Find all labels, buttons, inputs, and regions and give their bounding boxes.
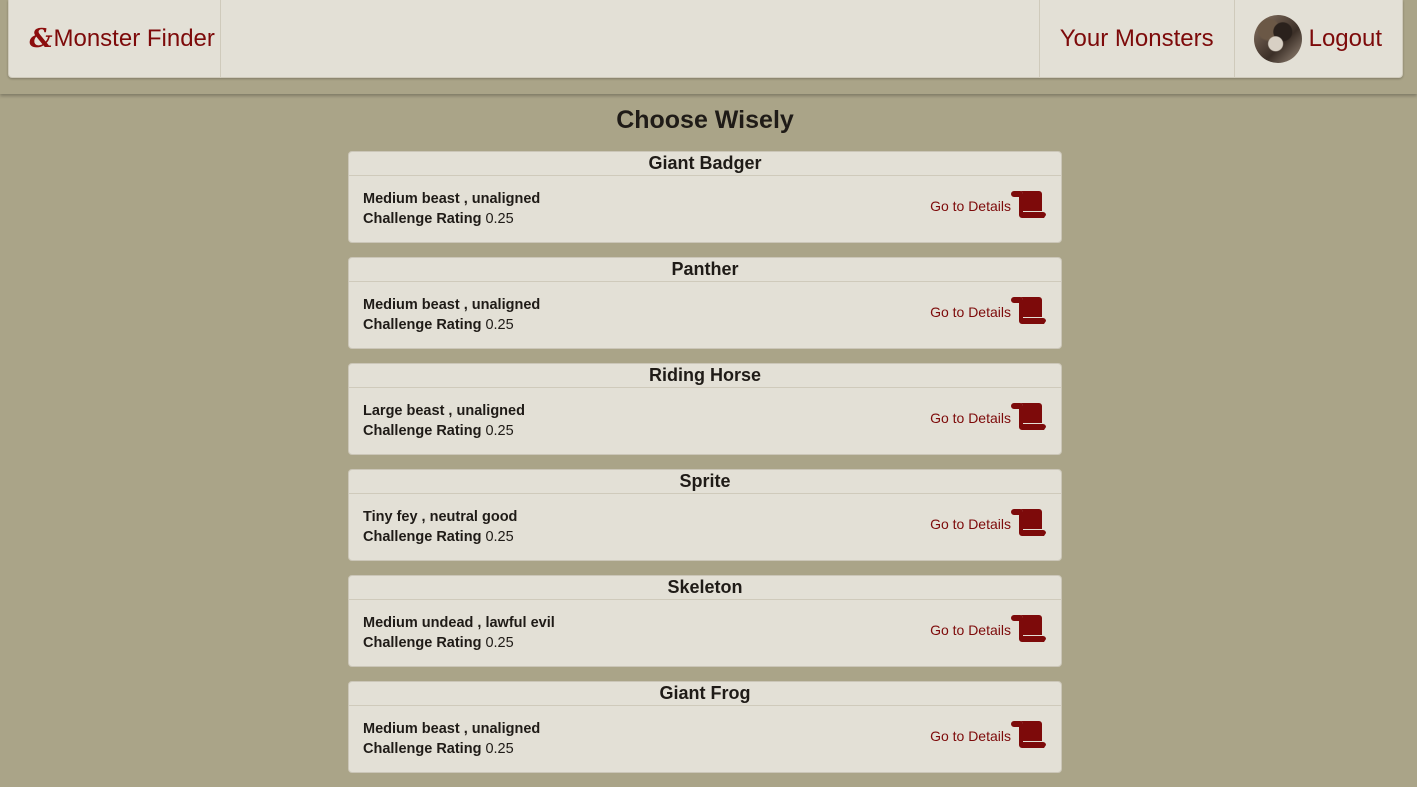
main-menu: & Monster Finder Your Monsters Logout <box>8 0 1403 78</box>
monster-card: Sprite Tiny fey , neutral good Challenge… <box>348 469 1062 561</box>
monster-card: Riding Horse Large beast , unaligned Cha… <box>348 363 1062 455</box>
challenge-rating-label: Challenge Rating <box>363 529 482 545</box>
challenge-rating-label: Challenge Rating <box>363 423 482 439</box>
monster-name: Sprite <box>349 470 1061 494</box>
scroll-icon <box>1011 509 1046 536</box>
page-title: Choose Wisely <box>616 106 794 134</box>
monster-card-body: Medium beast , unaligned Challenge Ratin… <box>349 282 1061 348</box>
monster-card: Skeleton Medium undead , lawful evil Cha… <box>348 575 1062 667</box>
monster-name: Giant Badger <box>349 152 1061 176</box>
go-to-details-link[interactable]: Go to Details <box>930 295 1047 325</box>
scroll-icon <box>1011 615 1046 642</box>
monster-card: Panther Medium beast , unaligned Challen… <box>348 257 1062 349</box>
go-to-details-label: Go to Details <box>930 410 1011 426</box>
go-to-details-link[interactable]: Go to Details <box>930 189 1047 219</box>
scroll-icon <box>1011 403 1046 430</box>
monster-card-body: Medium undead , lawful evil Challenge Ra… <box>349 600 1061 666</box>
challenge-rating-line: Challenge Rating 0.25 <box>363 211 514 227</box>
logout-label: Logout <box>1308 24 1382 52</box>
monster-name: Panther <box>349 258 1061 282</box>
menu-spacer <box>221 0 1040 77</box>
challenge-rating-line: Challenge Rating 0.25 <box>363 529 514 545</box>
logout-link[interactable]: Logout <box>1235 0 1402 77</box>
challenge-rating-value: 0.25 <box>485 529 514 545</box>
your-monsters-link[interactable]: Your Monsters <box>1040 0 1235 77</box>
go-to-details-label: Go to Details <box>930 304 1011 320</box>
monster-card-body: Medium beast , unaligned Challenge Ratin… <box>349 706 1061 772</box>
scroll-icon <box>1011 297 1046 324</box>
monster-card-body: Tiny fey , neutral good Challenge Rating… <box>349 494 1061 560</box>
monster-type: Medium beast , unaligned <box>363 721 541 737</box>
go-to-details-link[interactable]: Go to Details <box>930 613 1047 643</box>
challenge-rating-value: 0.25 <box>485 423 514 439</box>
monster-type: Large beast , unaligned <box>363 403 525 419</box>
challenge-rating-value: 0.25 <box>485 635 514 651</box>
monster-type: Medium undead , lawful evil <box>363 615 555 631</box>
top-bar: & Monster Finder Your Monsters Logout <box>0 0 1417 94</box>
go-to-details-link[interactable]: Go to Details <box>930 401 1047 431</box>
go-to-details-link[interactable]: Go to Details <box>930 507 1047 537</box>
monster-card-body: Medium beast , unaligned Challenge Ratin… <box>349 176 1061 242</box>
monster-type: Medium beast , unaligned <box>363 297 541 313</box>
go-to-details-label: Go to Details <box>930 198 1011 214</box>
brand-label: Monster Finder <box>53 24 215 52</box>
scroll-icon <box>1011 191 1046 218</box>
dnd-ampersand-icon: & <box>26 23 55 54</box>
challenge-rating-label: Challenge Rating <box>363 317 482 333</box>
monster-name: Skeleton <box>349 576 1061 600</box>
monster-name: Giant Frog <box>349 682 1061 706</box>
brand-link[interactable]: & Monster Finder <box>9 0 221 77</box>
challenge-rating-label: Challenge Rating <box>363 211 482 227</box>
monster-list: Giant Badger Medium beast , unaligned Ch… <box>348 151 1062 787</box>
monster-card: Giant Frog Medium beast , unaligned Chal… <box>348 681 1062 773</box>
go-to-details-link[interactable]: Go to Details <box>930 719 1047 749</box>
challenge-rating-line: Challenge Rating 0.25 <box>363 741 514 757</box>
challenge-rating-line: Challenge Rating 0.25 <box>363 317 514 333</box>
monster-type: Medium beast , unaligned <box>363 191 541 207</box>
go-to-details-label: Go to Details <box>930 622 1011 638</box>
challenge-rating-line: Challenge Rating 0.25 <box>363 635 514 651</box>
scroll-icon <box>1011 721 1046 748</box>
monster-name: Riding Horse <box>349 364 1061 388</box>
challenge-rating-value: 0.25 <box>485 741 514 757</box>
challenge-rating-label: Challenge Rating <box>363 741 482 757</box>
challenge-rating-value: 0.25 <box>485 317 514 333</box>
avatar <box>1253 14 1302 63</box>
monster-card: Giant Badger Medium beast , unaligned Ch… <box>348 151 1062 243</box>
monster-type: Tiny fey , neutral good <box>363 509 518 525</box>
challenge-rating-label: Challenge Rating <box>363 635 482 651</box>
challenge-rating-value: 0.25 <box>485 211 514 227</box>
go-to-details-label: Go to Details <box>930 516 1011 532</box>
go-to-details-label: Go to Details <box>930 728 1011 744</box>
challenge-rating-line: Challenge Rating 0.25 <box>363 423 514 439</box>
monster-card-body: Large beast , unaligned Challenge Rating… <box>349 388 1061 454</box>
